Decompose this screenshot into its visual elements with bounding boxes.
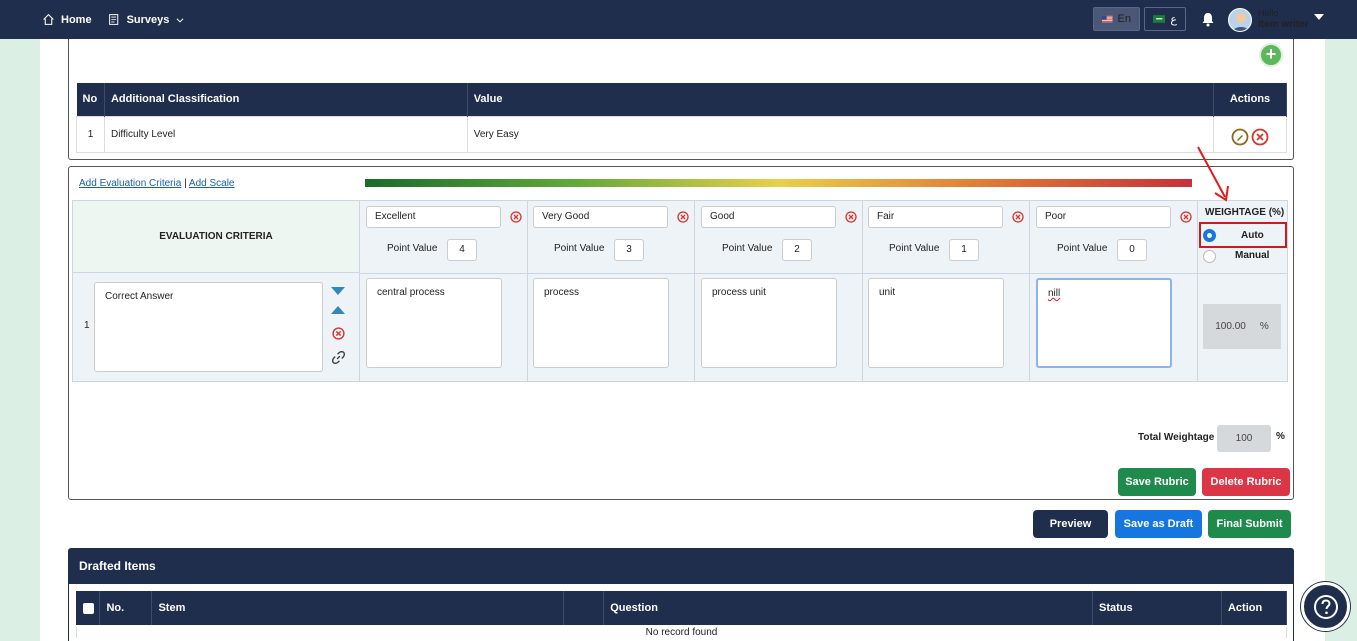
user-greeting: Hello — [1258, 8, 1279, 18]
row-no: 1 — [76, 115, 105, 153]
user-name: Item writer — [1258, 19, 1309, 30]
move-down-icon[interactable] — [331, 286, 345, 296]
point-value-label: Point Value — [387, 243, 438, 254]
select-all-checkbox[interactable] — [83, 602, 94, 614]
description-textarea[interactable]: central process — [366, 278, 502, 368]
col-status: Status — [1092, 591, 1222, 625]
move-up-icon[interactable] — [331, 305, 345, 315]
save-rubric-button[interactable]: Save Rubric — [1118, 468, 1196, 496]
save-as-draft-button[interactable]: Save as Draft — [1115, 510, 1202, 538]
row-index: 1 — [84, 320, 90, 331]
point-value-input[interactable]: 1 — [949, 239, 979, 261]
col-select — [76, 591, 101, 625]
col-action: Action — [1221, 591, 1288, 625]
avatar[interactable] — [1228, 8, 1252, 32]
plus-icon[interactable]: + — [1259, 43, 1283, 67]
row-classification: Difficulty Level — [103, 115, 468, 153]
col-classification: Additional Classification — [104, 83, 468, 116]
user-info[interactable]: Hello Item writer — [1258, 8, 1309, 30]
col-question: Question — [603, 591, 1094, 625]
col-actions: Actions — [1213, 83, 1287, 116]
description-textarea-active[interactable]: nill — [1036, 278, 1172, 368]
flag-us-icon — [1102, 15, 1113, 23]
criterion-textarea[interactable]: Correct Answer — [94, 282, 323, 372]
nav-surveys-label: Surveys — [126, 13, 170, 26]
col-stem: Stem — [151, 591, 565, 625]
row-weight-value: 100.00 — [1215, 321, 1246, 332]
chevron-down-icon — [176, 17, 184, 23]
delete-icon[interactable] — [332, 327, 345, 340]
delete-icon[interactable] — [510, 211, 522, 223]
table-row: 1 Difficulty Level Very Easy — [76, 115, 1287, 153]
home-icon — [43, 13, 54, 25]
preview-button[interactable]: Preview — [1033, 510, 1108, 538]
total-weightage-unit: % — [1276, 431, 1285, 442]
help-icon — [1313, 594, 1338, 619]
description-textarea[interactable]: process unit — [701, 278, 837, 368]
scale-name-input[interactable]: Excellent — [366, 206, 501, 228]
col-no: No — [76, 83, 105, 116]
point-value-input[interactable]: 3 — [614, 239, 644, 261]
weightage-header: WEIGHTAGE (%) — [1205, 207, 1285, 218]
col-no: No. — [99, 591, 153, 625]
auto-label: Auto — [1241, 230, 1264, 241]
nav-home-label: Home — [61, 13, 92, 26]
point-value-label: Point Value — [889, 243, 940, 254]
col-spacer — [563, 591, 605, 625]
classification-table: No Additional Classification Value Actio… — [76, 83, 1287, 153]
auto-radio[interactable] — [1203, 229, 1216, 242]
point-value-label: Point Value — [554, 243, 605, 254]
language-ar-button[interactable]: ع — [1144, 7, 1186, 31]
scale-name-input[interactable]: Poor — [1036, 206, 1171, 228]
delete-icon[interactable] — [677, 211, 689, 223]
drafted-items-table: No. Stem Question Status Action — [76, 591, 1288, 625]
empty-message: No record found — [76, 627, 1287, 638]
delete-rubric-button[interactable]: Delete Rubric — [1202, 468, 1290, 496]
nav-home[interactable]: Home — [34, 0, 100, 39]
drafted-items-title: Drafted Items — [79, 559, 156, 573]
survey-icon — [108, 14, 118, 25]
language-en-label: En — [1117, 13, 1131, 25]
bell-icon[interactable] — [1201, 12, 1215, 27]
point-value-label: Point Value — [1057, 243, 1108, 254]
final-submit-button[interactable]: Final Submit — [1208, 510, 1291, 538]
scale-name-input[interactable]: Very Good — [533, 206, 668, 228]
delete-icon[interactable] — [1251, 128, 1269, 146]
edit-icon[interactable] — [1231, 128, 1249, 146]
add-scale-link[interactable]: Add Scale — [189, 178, 235, 189]
nav-surveys[interactable]: Surveys — [100, 0, 194, 39]
row-weight-unit: % — [1259, 321, 1269, 332]
language-en-button[interactable]: En — [1093, 7, 1140, 31]
delete-icon[interactable] — [1180, 211, 1192, 223]
criteria-header: EVALUATION CRITERIA — [73, 201, 360, 273]
col-value: Value — [467, 83, 1215, 116]
row-weight-field[interactable]: 100.00 % — [1203, 304, 1281, 349]
link-icon[interactable] — [331, 350, 346, 365]
row-value: Very Easy — [466, 115, 1215, 153]
row-divider — [360, 273, 1288, 274]
scale-name-input[interactable]: Good — [701, 206, 836, 228]
scale-gradient-bar — [365, 179, 1192, 187]
point-value-input[interactable]: 4 — [447, 239, 477, 261]
user-menu-caret-icon[interactable] — [1314, 14, 1324, 21]
total-weightage-value: 100 — [1217, 425, 1271, 452]
rubric-links: Add Evaluation Criteria | Add Scale — [79, 178, 235, 189]
flag-sa-icon — [1153, 15, 1166, 23]
scale-name-input[interactable]: Fair — [868, 206, 1003, 228]
point-value-label: Point Value — [722, 243, 773, 254]
delete-icon[interactable] — [845, 211, 857, 223]
add-evaluation-criteria-link[interactable]: Add Evaluation Criteria — [79, 178, 181, 189]
description-textarea[interactable]: process — [533, 278, 669, 368]
annotation-arrow — [1197, 146, 1229, 202]
delete-icon[interactable] — [1012, 211, 1024, 223]
description-textarea[interactable]: unit — [868, 278, 1004, 368]
total-weightage-label: Total Weightage — [1138, 432, 1215, 443]
help-button[interactable] — [1301, 582, 1350, 631]
point-value-input[interactable]: 2 — [782, 239, 812, 261]
manual-radio[interactable] — [1203, 250, 1216, 263]
language-ar-label: ع — [1170, 13, 1177, 26]
point-value-input[interactable]: 0 — [1117, 239, 1147, 261]
link-separator: | — [184, 178, 187, 189]
manual-label: Manual — [1235, 250, 1270, 261]
